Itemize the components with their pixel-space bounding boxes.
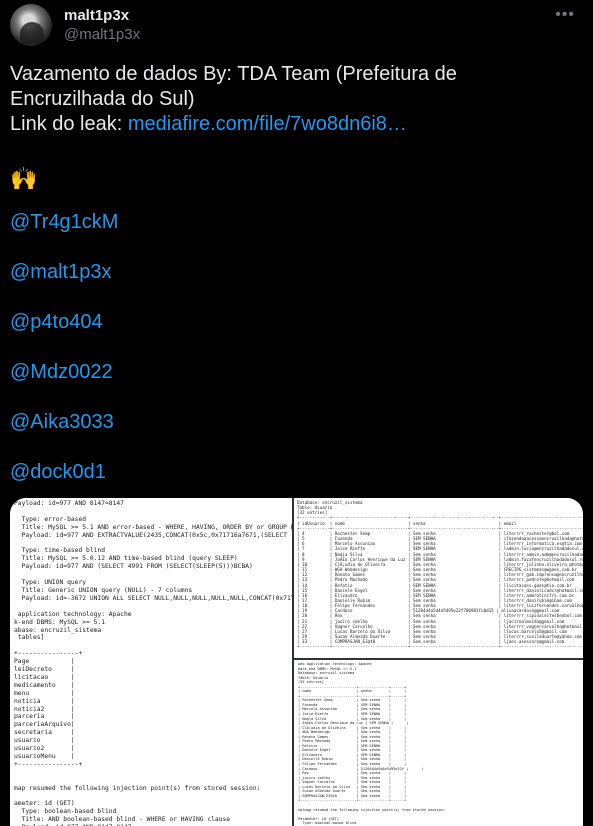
avatar[interactable] — [10, 4, 52, 46]
terminal-text: web application technology: Apache back-… — [298, 662, 446, 826]
mention-link[interactable]: @malt1p3x — [10, 261, 111, 284]
media-image-sqlmap-output[interactable]: Payload: id=977 AND 8147=8147 Type: erro… — [10, 498, 292, 826]
tweet-text-line: Encruzilhada do Sul) — [10, 88, 195, 110]
terminal-text: Payload: id=977 AND 8147=8147 Type: erro… — [14, 500, 292, 826]
mention-link[interactable]: @Tr4g1ckM — [10, 211, 118, 234]
mention-link[interactable]: @p4to404 — [10, 311, 103, 334]
tweet-link-line: Link do leak: mediafire.com/file/7wo8dn6… — [10, 112, 583, 137]
media-grid: Payload: id=977 AND 8147=8147 Type: erro… — [10, 498, 583, 826]
media-image-users-dump[interactable]: Database: encruzil_sistema Table: Usuari… — [294, 498, 583, 658]
mention-link[interactable]: @Aika3033 — [10, 411, 114, 434]
raising-hands-emoji-icon: 🙌 — [10, 166, 38, 191]
terminal-text: Database: encruzil_sistema Table: Usuari… — [297, 500, 583, 650]
author-handle[interactable]: @malt1p3x — [64, 26, 140, 43]
tweet-text: Vazamento de dados By: TDA Team (Prefeit… — [10, 62, 583, 137]
tweet-header: malt1p3x @malt1p3x ••• — [10, 4, 583, 46]
mention-link[interactable]: @dock0d1 — [10, 461, 106, 484]
leak-link[interactable]: mediafire.com/file/7wo8dn6i8… — [128, 113, 407, 135]
more-options-icon[interactable]: ••• — [555, 6, 575, 24]
tweet-text-line: Vazamento de dados By: TDA Team (Prefeit… — [10, 63, 457, 85]
media-image-summary-output[interactable]: web application technology: Apache back-… — [294, 660, 583, 826]
link-prefix: Link do leak: — [10, 113, 128, 135]
author-display-name[interactable]: malt1p3x — [64, 7, 129, 24]
mention-link[interactable]: @Mdz0022 — [10, 361, 113, 384]
